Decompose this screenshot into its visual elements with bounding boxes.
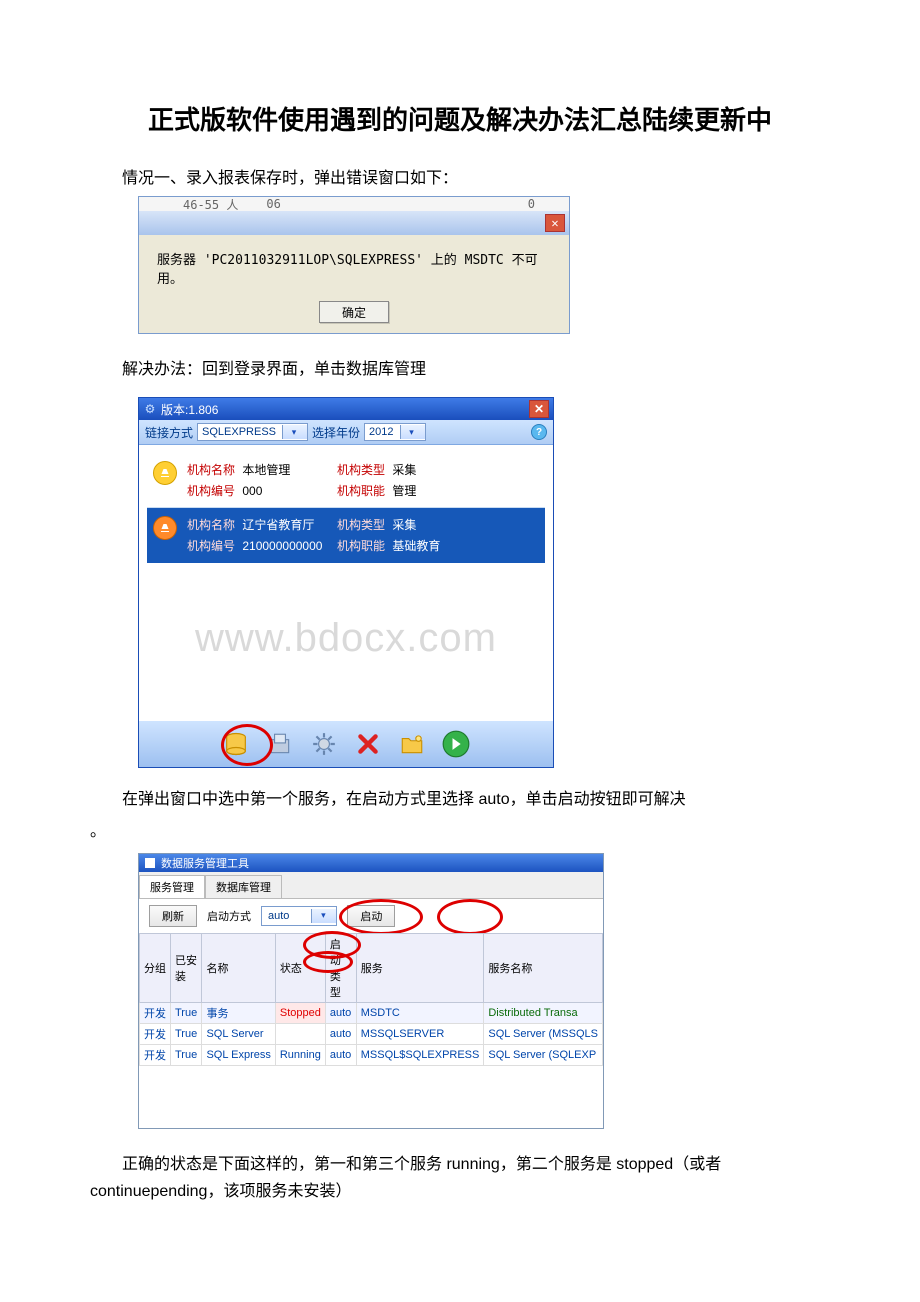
link-mode-dropdown[interactable]: SQLEXPRESS ▾ [197,423,308,441]
code-label: 机构编号 [187,539,235,553]
step2-text: 在弹出窗口中选中第一个服务，在启动方式里选择 auto，单击启动按钮即可解决 [90,786,830,813]
table-row[interactable]: 开发 True SQL Express Running auto MSSQL$S… [140,1044,603,1065]
col-service-name[interactable]: 服务名称 [484,933,603,1002]
tab-db-mgmt[interactable]: 数据库管理 [205,875,282,898]
chevron-down-icon: ▾ [400,425,425,439]
role-label: 机构职能 [337,484,385,498]
delete-icon[interactable] [353,729,383,759]
services-table: 分组 已安装 名称 状态 启动类型 服务 服务名称 开发 True 事务 Sto… [139,933,603,1066]
err-top-c: 0 [528,197,535,211]
col-group[interactable]: 分组 [140,933,171,1002]
type-value: 采集 [388,463,416,477]
org-icon [153,461,177,485]
org-icon [153,516,177,540]
gear-icon: ⚙ [143,402,157,416]
chevron-down-icon: ▾ [282,425,307,439]
start-mode-label: 启动方式 [207,908,251,924]
start-mode-dropdown[interactable]: auto ▾ [261,906,337,926]
highlight-circle [303,951,353,973]
year-dropdown[interactable]: 2012 ▾ [364,423,425,441]
app-icon [145,858,155,868]
col-service[interactable]: 服务 [356,933,484,1002]
close-icon[interactable]: ✕ [529,400,549,418]
name-label: 机构名称 [187,518,235,532]
services-window: 数据服务管理工具 服务管理 数据库管理 刷新 启动方式 auto ▾ 启动 分组… [138,853,604,1129]
table-row[interactable]: 开发 True SQL Server auto MSSQLSERVER SQL … [140,1023,603,1044]
highlight-circle [437,899,503,935]
login-window: ⚙ 版本:1.806 ✕ 链接方式 SQLEXPRESS ▾ 选择年份 2012… [138,397,554,768]
year-label: 选择年份 [312,424,360,441]
login-title: 版本:1.806 [161,401,218,418]
intro-text: 情况一、录入报表保存时，弹出错误窗口如下： [90,165,830,192]
refresh-button[interactable]: 刷新 [149,905,197,927]
code-value: 000 [238,484,262,498]
link-mode-value: SQLEXPRESS [198,426,282,438]
error-message: 服务器 'PC2011032911LOP\SQLEXPRESS' 上的 MSDT… [157,249,551,287]
settings-icon[interactable] [309,729,339,759]
error-dialog: 46-55 人 06 0 ✕ 服务器 'PC2011032911LOP\SQLE… [138,196,570,334]
org-row-selected[interactable]: 机构名称 辽宁省教育厅 机构类型 采集 机构编号 210000000000 机构… [147,508,545,563]
tab-service-mgmt[interactable]: 服务管理 [139,875,205,898]
type-value: 采集 [388,518,416,532]
year-value: 2012 [365,426,399,438]
services-title: 数据服务管理工具 [161,855,249,871]
role-value: 管理 [388,484,416,498]
type-label: 机构类型 [337,463,385,477]
final-text: 正确的状态是下面这样的，第一和第三个服务 running，第二个服务是 stop… [90,1151,830,1205]
page-title: 正式版软件使用遇到的问题及解决办法汇总陆续更新中 [90,100,830,137]
ok-button[interactable]: 确定 [319,301,389,323]
code-label: 机构编号 [187,484,235,498]
next-icon[interactable] [441,729,471,759]
solution-text: 解决办法：回到登录界面，单击数据库管理 [90,356,830,383]
err-top-b: 06 [266,197,280,211]
watermark: www.bdocx.com [195,616,497,661]
step2-period: 。 [90,818,830,845]
highlight-circle [221,724,273,766]
name-value: 本地管理 [238,463,290,477]
link-mode-label: 链接方式 [145,424,193,441]
help-icon[interactable]: ? [531,424,547,440]
role-label: 机构职能 [337,539,385,553]
close-icon[interactable]: ✕ [545,214,565,232]
org-row[interactable]: 机构名称 本地管理 机构类型 采集 机构编号 000 机构职能 管理 [147,453,545,508]
name-label: 机构名称 [187,463,235,477]
start-mode-value: auto [262,910,311,922]
col-name[interactable]: 名称 [202,933,275,1002]
type-label: 机构类型 [337,518,385,532]
role-value: 基础教育 [388,539,440,553]
chevron-down-icon: ▾ [311,909,336,923]
err-top-a: 46-55 人 [183,196,238,213]
highlight-circle [339,899,423,935]
table-row[interactable]: 开发 True 事务 Stopped auto MSDTC Distribute… [140,1002,603,1023]
col-installed[interactable]: 已安装 [171,933,202,1002]
name-value: 辽宁省教育厅 [238,518,314,532]
code-value: 210000000000 [238,539,322,553]
folder-icon[interactable] [397,729,427,759]
